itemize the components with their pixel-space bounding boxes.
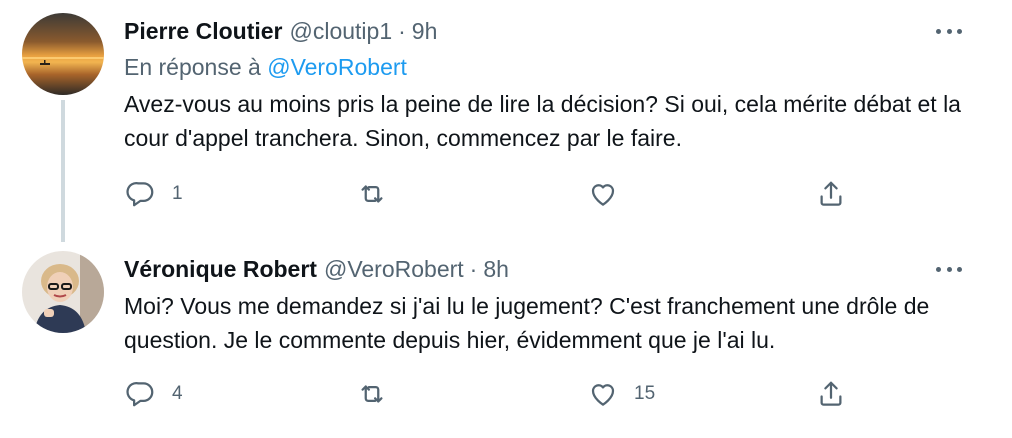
retweet-icon xyxy=(361,385,383,403)
retweet-button[interactable] xyxy=(357,374,403,414)
reply-count: 4 xyxy=(172,383,183,404)
like-button[interactable]: 15 xyxy=(588,374,655,414)
thread-line xyxy=(61,100,65,242)
separator-dot: · xyxy=(469,255,478,282)
tweet-content: Véronique Robert @VeroRobert · 8h Moi? V… xyxy=(124,252,992,357)
tweet-pierre-cloutier[interactable]: Pierre Cloutier @cloutip1 · 9h En répons… xyxy=(0,0,1012,242)
tweet-veronique-robert[interactable]: Véronique Robert @VeroRobert · 8h Moi? V… xyxy=(0,232,1012,438)
share-button[interactable] xyxy=(816,174,846,214)
display-name[interactable]: Véronique Robert xyxy=(124,256,317,283)
reply-count: 1 xyxy=(172,183,183,204)
reply-button[interactable]: 4 xyxy=(126,374,183,414)
retweet-icon xyxy=(361,185,383,203)
more-options-icon[interactable] xyxy=(936,22,962,40)
reply-prefix: En réponse à xyxy=(124,54,261,80)
like-button[interactable] xyxy=(588,174,634,214)
reply-mention-link[interactable]: @VeroRobert xyxy=(267,54,407,80)
heart-icon xyxy=(591,384,615,406)
share-icon xyxy=(820,181,842,206)
tweet-actions: 4 15 xyxy=(124,374,884,414)
retweet-button[interactable] xyxy=(357,174,403,214)
tweet-time[interactable]: 9h xyxy=(412,18,438,45)
tweet-text: Avez-vous au moins pris la peine de lire… xyxy=(124,91,961,151)
display-name[interactable]: Pierre Cloutier xyxy=(124,18,283,45)
tweet-content: Pierre Cloutier @cloutip1 · 9h En répons… xyxy=(124,14,992,155)
share-icon xyxy=(820,381,842,406)
like-count: 15 xyxy=(634,383,656,404)
tweet-time[interactable]: 8h xyxy=(483,256,509,283)
reply-context: En réponse à @VeroRobert xyxy=(124,50,992,84)
avatar[interactable] xyxy=(22,13,104,95)
more-options-icon[interactable] xyxy=(936,260,962,278)
profile-photo-avatar xyxy=(22,251,104,333)
separator-dot: · xyxy=(398,17,406,44)
reply-icon xyxy=(126,181,154,207)
avatar[interactable] xyxy=(22,251,104,333)
reply-button[interactable]: 1 xyxy=(126,174,183,214)
share-button[interactable] xyxy=(816,374,846,414)
user-handle[interactable]: @cloutip1 xyxy=(290,18,393,45)
tweet-text: Moi? Vous me demandez si j'ai lu le juge… xyxy=(124,293,930,353)
tweet-header: Véronique Robert @VeroRobert · 8h xyxy=(124,252,992,286)
reply-icon xyxy=(126,381,154,407)
tweet-actions: 1 xyxy=(124,174,884,214)
tweet-header: Pierre Cloutier @cloutip1 · 9h xyxy=(124,14,992,48)
sunset-avatar-image xyxy=(22,13,104,95)
heart-icon xyxy=(591,184,615,206)
user-handle[interactable]: @VeroRobert xyxy=(324,256,464,283)
